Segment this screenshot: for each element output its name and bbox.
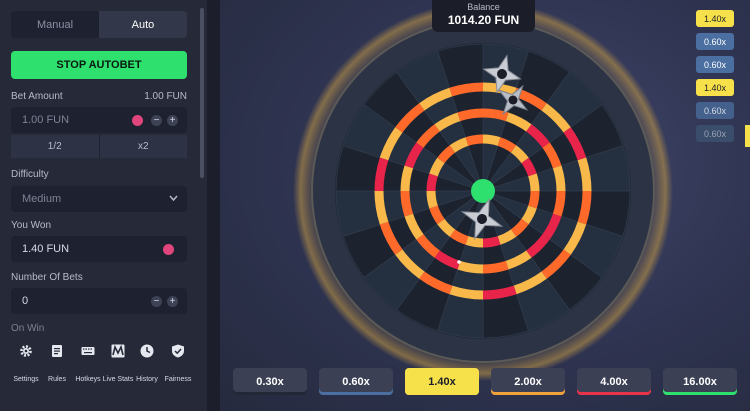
history-item: 1.40x [696, 79, 734, 96]
balance-value: 1014.20 FUN [447, 13, 520, 27]
dartboard [293, 1, 673, 381]
board-ring-segment [482, 236, 501, 248]
multiplier-tile: 0.60x [319, 368, 393, 395]
multiplier-tile: 4.00x [577, 368, 651, 395]
board-ring-segment [552, 165, 566, 192]
history-item: 0.60x [696, 33, 734, 50]
balance-display: Balance 1014.20 FUN [432, 0, 535, 32]
board-ring-segment [465, 134, 484, 146]
board-ring-segment [449, 285, 484, 300]
board-ring-segment [577, 190, 592, 225]
board-ring-segment [457, 108, 484, 122]
board-ring-segment [482, 285, 517, 300]
board-ring-segment [465, 236, 484, 248]
board-ring-segment [482, 134, 501, 146]
history-item: 0.60x [696, 56, 734, 73]
history-item: 0.60x [696, 125, 734, 142]
board-ring-segment [400, 165, 414, 192]
multiplier-tile: 16.00x [663, 368, 737, 395]
board-ring-segment [528, 190, 540, 209]
board-ring-segment [457, 260, 484, 274]
board-ring-segment [374, 157, 389, 192]
board-ring-segment [552, 190, 566, 217]
board-ring-segment [374, 190, 389, 225]
bullseye [471, 179, 495, 203]
aim-dot [457, 260, 461, 264]
multiplier-tile: 0.30x [233, 368, 307, 395]
board-ring-segment [426, 190, 438, 209]
board-ring-segment [577, 157, 592, 192]
history-item: 1.40x [696, 10, 734, 27]
balance-label: Balance [467, 2, 500, 12]
history-edge-marker [745, 125, 750, 147]
board-ring-segment [400, 190, 414, 217]
history-item: 0.60x [696, 102, 734, 119]
board-ring-segment [426, 173, 438, 192]
board-ring-segment [449, 82, 484, 97]
multiplier-tile: 1.40x [405, 368, 479, 395]
board-ring-segment [482, 260, 509, 274]
multiplier-tile: 2.00x [491, 368, 565, 395]
board-ring-segment [528, 173, 540, 192]
